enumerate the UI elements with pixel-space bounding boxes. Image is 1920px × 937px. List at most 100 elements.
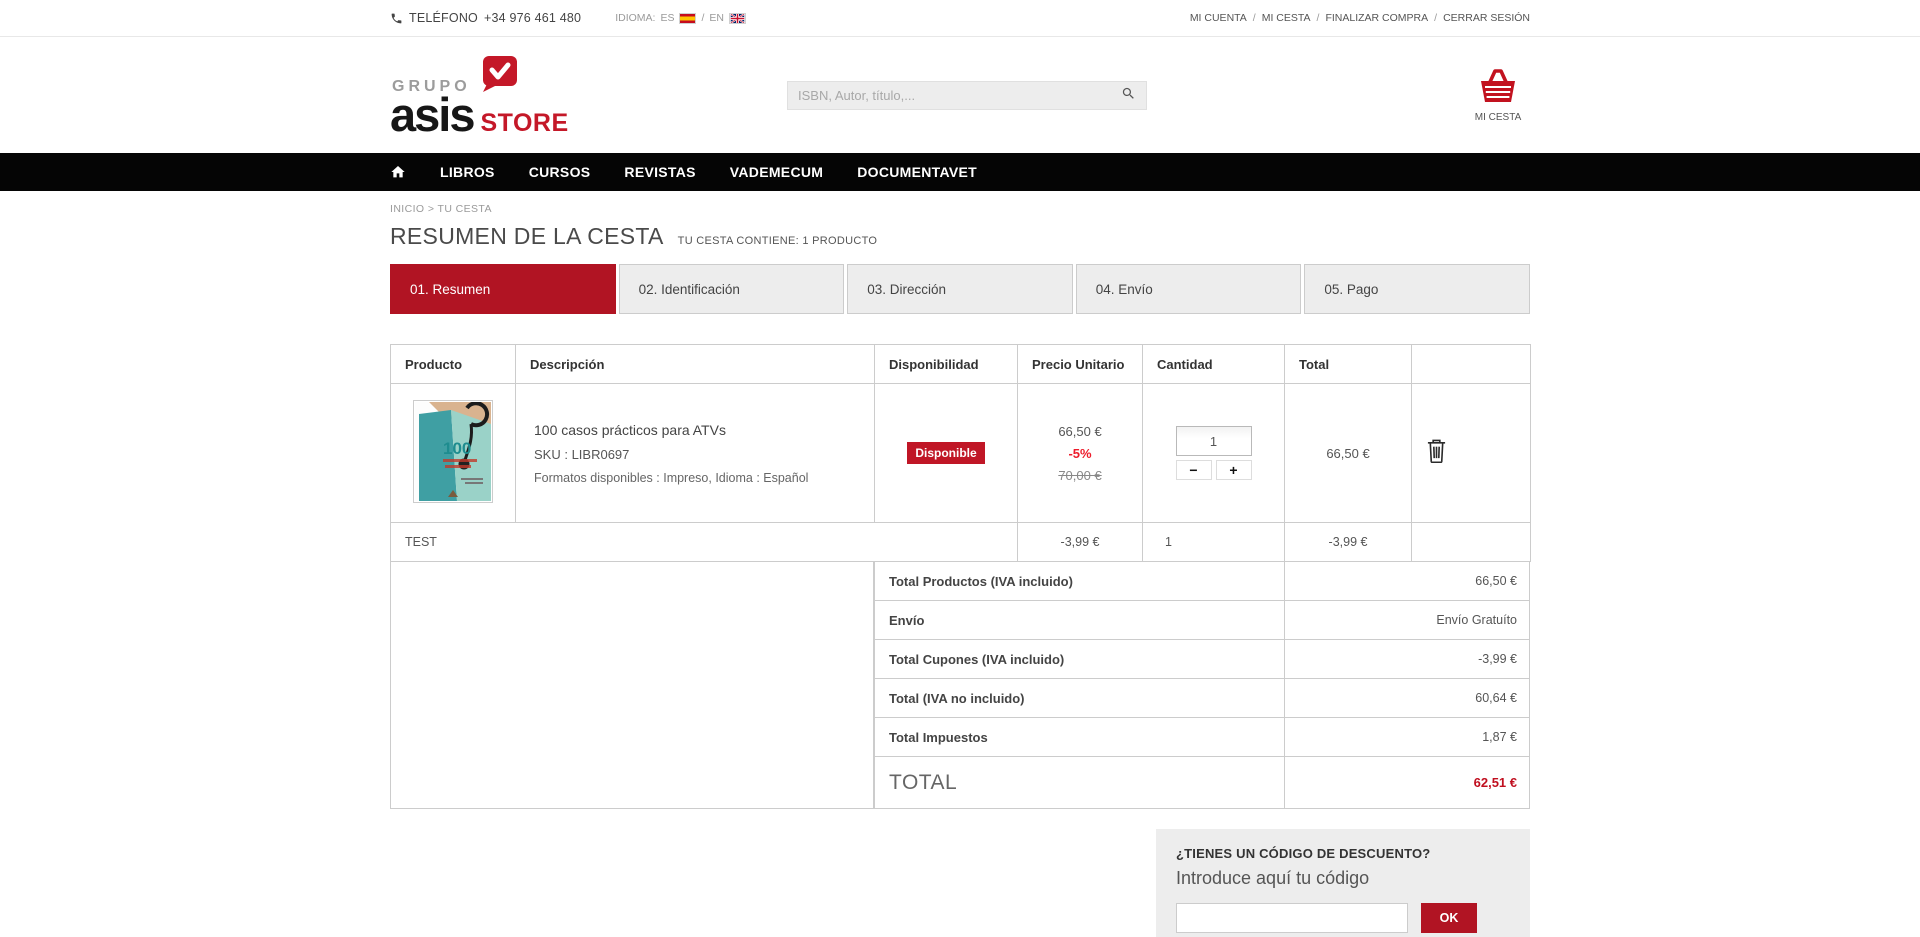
shipping-label: Envío [875, 601, 1285, 639]
phone-label: TELÉFONO [409, 11, 478, 25]
product-sku: SKU : LIBR0697 [534, 446, 630, 462]
coupon-quantity: 1 [1142, 522, 1285, 562]
header: GRUPO asis STORE MI CESTA [0, 37, 1920, 153]
coupon-actions-cell [1411, 522, 1531, 562]
breadcrumb: INICIO > TU CESTA [390, 203, 1530, 215]
coupon-price: -3,99 € [1017, 522, 1143, 562]
main-nav: LIBROS CURSOS REVISTAS VADEMECUM DOCUMEN… [0, 153, 1920, 191]
col-header-producto: Producto [390, 344, 516, 384]
nav-item-documentavet[interactable]: DOCUMENTAVET [857, 164, 977, 180]
cart-table: Producto Descripción Disponibilidad Prec… [390, 344, 1531, 562]
product-price: 66,50 € [1058, 423, 1102, 439]
discount-code-input[interactable] [1176, 903, 1408, 933]
link-finalizar-compra[interactable]: FINALIZAR COMPRA [1325, 12, 1428, 24]
grand-total-label: TOTAL [875, 757, 1285, 808]
breadcrumb-home[interactable]: INICIO [390, 203, 425, 215]
step-direccion[interactable]: 03. Dirección [847, 264, 1073, 314]
lang-en-label[interactable]: EN [709, 12, 724, 24]
home-icon[interactable] [390, 164, 406, 180]
nav-item-libros[interactable]: LIBROS [440, 164, 495, 180]
total-products-row: Total Productos (IVA incluido) 66,50 € [874, 562, 1530, 601]
breadcrumb-separator: > [427, 203, 435, 215]
link-cerrar-sesion[interactable]: CERRAR SESIÓN [1443, 12, 1530, 24]
lang-separator: / [701, 12, 705, 24]
logo-asis-text: asis [390, 88, 475, 141]
nav-item-vademecum[interactable]: VADEMECUM [730, 164, 823, 180]
account-links: MI CUENTA / MI CESTA / FINALIZAR COMPRA … [1190, 12, 1530, 24]
product-description-cell: 100 casos prácticos para ATVs SKU : LIBR… [515, 383, 875, 523]
discount-subtitle: Introduce aquí tu código [1176, 868, 1370, 888]
col-header-descripcion: Descripción [515, 344, 875, 384]
shipping-value: Envío Gratuíto [1436, 613, 1517, 627]
coupon-name: TEST [390, 522, 1018, 562]
total-no-vat-label: Total (IVA no incluido) [875, 679, 1285, 717]
total-coupons-label: Total Cupones (IVA incluido) [875, 640, 1285, 678]
nav-item-revistas[interactable]: REVISTAS [624, 164, 695, 180]
phone-number: +34 976 461 480 [483, 11, 582, 25]
unit-price-cell: 66,50 € -5% 70,00 € [1017, 383, 1143, 523]
language-label: IDIOMA: [615, 12, 656, 24]
col-header-cantidad: Cantidad [1142, 344, 1285, 384]
step-resumen[interactable]: 01. Resumen [390, 264, 616, 314]
quantity-input[interactable] [1175, 426, 1252, 456]
step-envio[interactable]: 04. Envío [1075, 264, 1302, 314]
step-pago[interactable]: 05. Pago [1304, 264, 1530, 314]
logo-bubble-icon [479, 56, 517, 97]
total-no-vat-row: Total (IVA no incluido) 60,64 € [874, 679, 1530, 718]
total-taxes-value: 1,87 € [1482, 730, 1517, 744]
quantity-increase-button[interactable]: + [1215, 460, 1252, 480]
total-coupons-row: Total Cupones (IVA incluido) -3,99 € [874, 640, 1530, 679]
lang-es-label[interactable]: ES [660, 12, 674, 24]
link-separator: / [1316, 12, 1320, 24]
link-separator: / [1252, 12, 1256, 24]
step-identificacion[interactable]: 02. Identificación [618, 264, 845, 314]
remove-item-button[interactable] [1426, 438, 1447, 466]
product-title[interactable]: 100 casos prácticos para ATVs [534, 422, 874, 438]
totals-section: Total Productos (IVA incluido) 66,50 € E… [390, 562, 1530, 809]
search-icon [1121, 86, 1136, 104]
total-products-label: Total Productos (IVA incluido) [875, 562, 1285, 600]
product-image-cell: 100 [390, 383, 516, 523]
grand-total-row: TOTAL 62,51 € [874, 757, 1530, 809]
total-taxes-label: Total Impuestos [875, 718, 1285, 756]
col-header-disponibilidad: Disponibilidad [874, 344, 1018, 384]
search-button[interactable] [1121, 86, 1136, 104]
language-selector: IDIOMA: ES / EN [615, 12, 746, 24]
total-no-vat-value: 60,64 € [1475, 691, 1517, 705]
availability-cell: Disponible [874, 383, 1018, 523]
link-mi-cuenta[interactable]: MI CUENTA [1190, 12, 1247, 24]
store-logo[interactable]: GRUPO asis STORE [390, 56, 640, 138]
checkout-steps: 01. Resumen 02. Identificación 03. Direc… [390, 264, 1530, 314]
col-header-actions [1411, 344, 1531, 384]
logo-store-text: STORE [480, 109, 569, 137]
breadcrumb-current: TU CESTA [437, 203, 492, 215]
link-mi-cesta[interactable]: MI CESTA [1262, 12, 1311, 24]
phone-block: TELÉFONO +34 976 461 480 IDIOMA: ES / EN [390, 11, 746, 25]
trash-icon [1426, 438, 1447, 466]
quantity-decrease-button[interactable]: − [1175, 460, 1212, 480]
cart-table-header-row: Producto Descripción Disponibilidad Prec… [390, 344, 1531, 384]
total-taxes-row: Total Impuestos 1,87 € [874, 718, 1530, 757]
product-cover-image[interactable]: 100 [413, 400, 493, 503]
uk-flag-icon[interactable] [728, 12, 746, 24]
spain-flag-icon[interactable] [679, 12, 697, 24]
col-header-precio-unitario: Precio Unitario [1017, 344, 1143, 384]
search-bar [787, 80, 1147, 110]
totals-spacer [390, 562, 874, 809]
search-input[interactable] [798, 87, 1121, 103]
discount-title: ¿TIENES UN CÓDIGO DE DESCUENTO? [1176, 846, 1431, 861]
grand-total-value: 62,51 € [1473, 775, 1517, 790]
mini-cart[interactable]: MI CESTA [1466, 68, 1530, 123]
actions-cell [1411, 383, 1531, 523]
quantity-cell: − + [1142, 383, 1285, 523]
nav-item-cursos[interactable]: CURSOS [529, 164, 591, 180]
coupon-row: TEST -3,99 € 1 -3,99 € [390, 522, 1531, 562]
basket-icon [1477, 68, 1519, 109]
svg-text:100: 100 [443, 439, 471, 458]
discount-code-panel: ¿TIENES UN CÓDIGO DE DESCUENTO? Introduc… [1156, 829, 1530, 937]
discount-ok-button[interactable]: OK [1421, 903, 1477, 933]
product-discount: -5% [1068, 445, 1092, 461]
cart-product-row: 100 100 casos prácticos para ATVs SKU : … [390, 383, 1531, 523]
topbar: TELÉFONO +34 976 461 480 IDIOMA: ES / EN… [0, 0, 1920, 37]
cart-count-subtitle: TU CESTA CONTIENE: 1 PRODUCTO [677, 235, 878, 247]
